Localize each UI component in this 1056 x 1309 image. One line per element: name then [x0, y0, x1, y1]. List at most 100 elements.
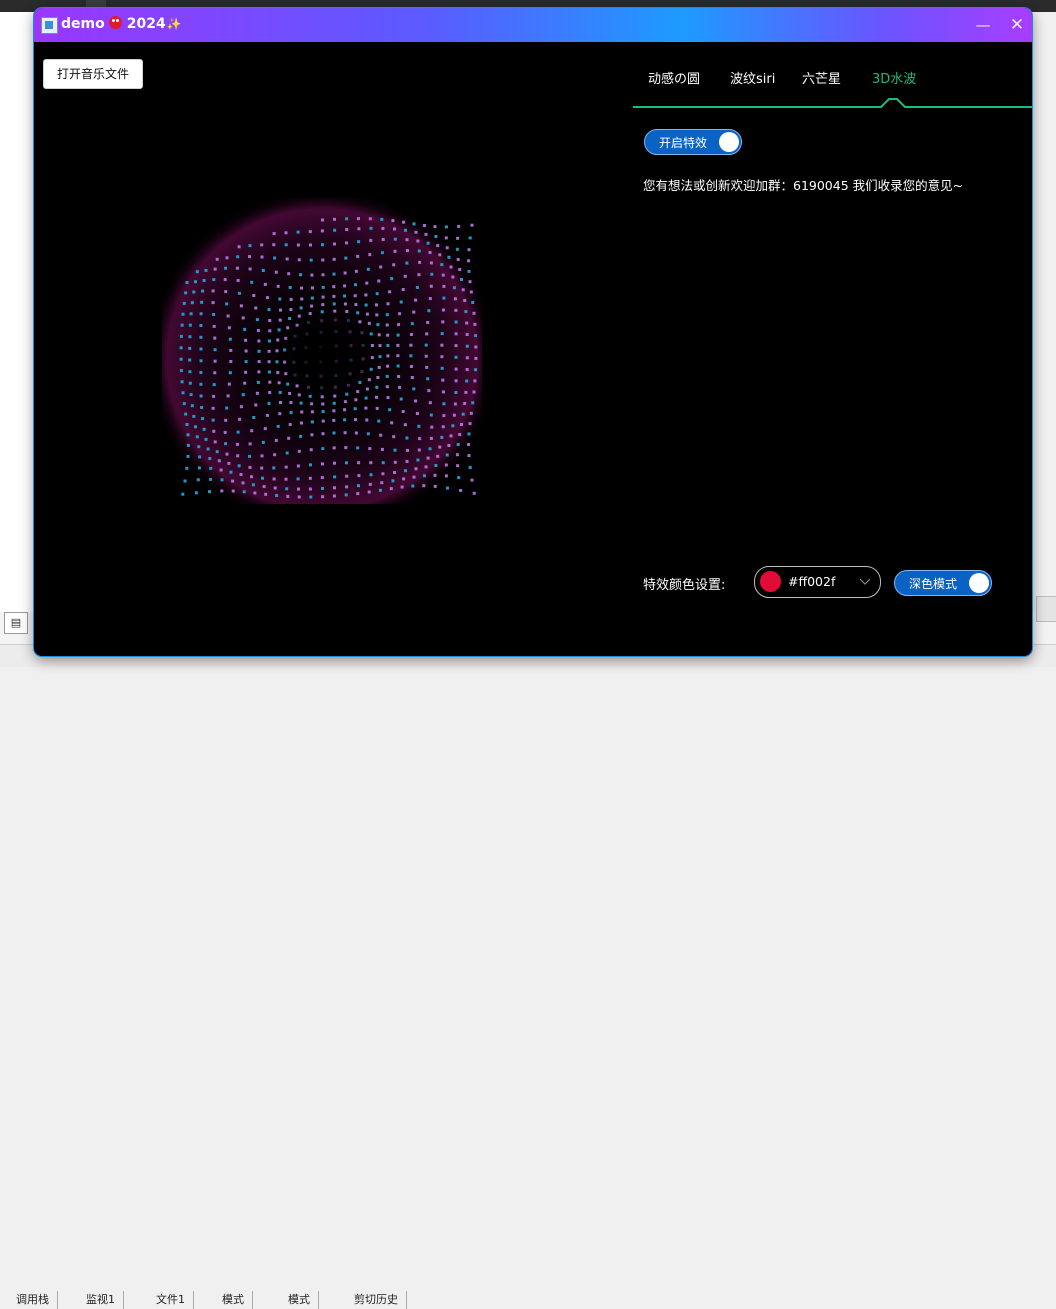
viz-dot [288, 317, 292, 320]
bg-tab-callstack[interactable]: 调用栈 [8, 1291, 58, 1309]
viz-dot [447, 255, 451, 259]
viz-dot [189, 312, 193, 316]
viz-dot [204, 437, 208, 441]
viz-dot [356, 446, 360, 450]
viz-dot [354, 418, 357, 422]
bg-tab-mode-2[interactable]: 模式 [280, 1291, 319, 1309]
viz-dot [273, 453, 277, 457]
viz-dot [288, 392, 292, 395]
viz-dot [186, 443, 190, 447]
viz-dot [223, 430, 227, 434]
bg-tab-clip-history[interactable]: 剪切历史 [346, 1291, 407, 1309]
viz-dot [422, 484, 426, 488]
viz-dot [213, 371, 217, 375]
viz-dot [228, 371, 232, 375]
viz-dot [252, 294, 256, 297]
viz-dot [441, 390, 445, 394]
viz-dot [381, 226, 385, 230]
viz-dot [425, 332, 429, 336]
viz-dot [444, 236, 448, 240]
viz-dot [356, 390, 360, 394]
viz-dot [366, 432, 370, 436]
viz-dot [401, 410, 405, 413]
viz-dot [474, 368, 478, 372]
viz-dot [284, 243, 288, 247]
viz-dot [463, 299, 467, 302]
minimize-button[interactable]: — [974, 16, 992, 34]
bg-tab-watch[interactable]: 监视1 [78, 1291, 124, 1309]
viz-dot [354, 303, 358, 307]
viz-dot [182, 402, 186, 406]
tab-ripple-siri[interactable]: 波纹siri [730, 68, 775, 87]
viz-dot [229, 348, 233, 352]
viz-dot [278, 412, 282, 416]
viz-dot [460, 423, 463, 426]
viz-dot [215, 450, 219, 454]
viz-dot [179, 357, 183, 361]
viz-dot [285, 451, 289, 455]
viz-dot [252, 416, 256, 419]
viz-dot [343, 431, 347, 435]
viz-dot [433, 484, 437, 488]
effect-color-picker[interactable]: #ff002f [754, 566, 881, 598]
bg-tab-file[interactable]: 文件1 [148, 1291, 194, 1309]
open-music-file-button[interactable]: 打开音乐文件 [43, 59, 143, 89]
viz-dot [321, 410, 325, 413]
title-bar[interactable]: demo 2024✨ — ✕ [34, 8, 1032, 42]
viz-dot [308, 487, 312, 491]
viz-dot [456, 443, 460, 446]
viz-dot [402, 220, 406, 224]
viz-dot [370, 344, 374, 347]
tab-3d-water-wave[interactable]: 3D水波 [872, 68, 916, 87]
viz-dot [257, 349, 261, 353]
effect-toggle[interactable]: 开启特效 [644, 129, 742, 155]
viz-dot [268, 380, 272, 384]
viz-dot [343, 302, 347, 306]
viz-dot [212, 383, 216, 387]
viz-dot [344, 256, 348, 260]
viz-dot [358, 381, 362, 384]
viz-dot [369, 367, 373, 371]
viz-dot [343, 418, 347, 422]
viz-dot [457, 476, 461, 480]
viz-dot [457, 224, 461, 228]
close-button[interactable]: ✕ [1008, 16, 1026, 34]
viz-dot [412, 387, 416, 391]
viz-dot [297, 258, 301, 262]
viz-dot [414, 230, 418, 234]
viz-dot [296, 477, 300, 481]
viz-dot [441, 273, 445, 277]
viz-dot [472, 491, 476, 495]
dark-mode-toggle[interactable]: 深色模式 [894, 570, 992, 596]
bg-tab-mode-1[interactable]: 模式 [214, 1291, 253, 1309]
viz-dot [320, 395, 324, 399]
emoji-face-icon [108, 16, 122, 29]
viz-dot [367, 490, 371, 494]
viz-dot [250, 280, 254, 284]
viz-dot [201, 289, 205, 293]
viz-dot [248, 454, 251, 458]
viz-dot [239, 405, 243, 409]
viz-dot [386, 302, 390, 306]
viz-dot [284, 231, 288, 235]
viz-dot [288, 423, 292, 426]
viz-dot [273, 486, 277, 490]
viz-dot [332, 446, 336, 450]
tab-dynamic-circle[interactable]: 动感の圆 [648, 68, 700, 87]
viz-dot [418, 437, 422, 441]
viz-dot [354, 283, 357, 287]
viz-dot [321, 285, 325, 289]
viz-dot [215, 257, 219, 261]
viz-dot [468, 466, 472, 469]
viz-dot [284, 477, 288, 481]
viz-dot [320, 476, 324, 480]
viz-dot [369, 332, 373, 336]
viz-dot [409, 343, 413, 347]
viz-dot [375, 292, 379, 296]
viz-dot [417, 424, 421, 428]
app-icon [41, 17, 58, 34]
viz-dot [285, 257, 289, 261]
viz-dot [296, 243, 300, 247]
wave-visualization [162, 198, 482, 504]
tab-hexagram[interactable]: 六芒星 [802, 68, 841, 87]
